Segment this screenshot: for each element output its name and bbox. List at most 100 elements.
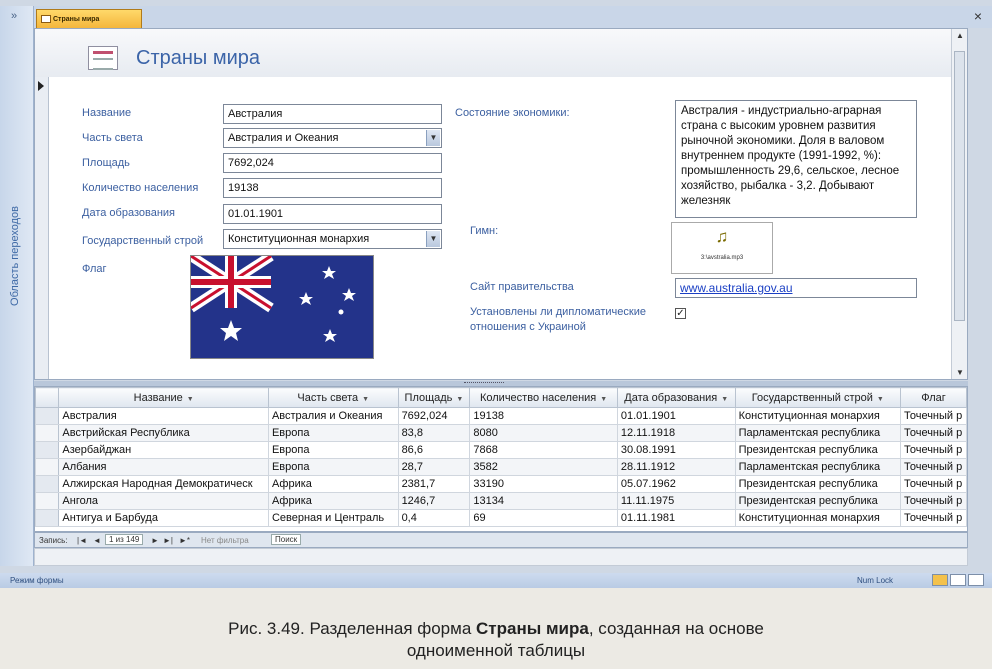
table-cell[interactable]: 8080 bbox=[469, 424, 618, 442]
table-cell[interactable]: Африка bbox=[267, 492, 399, 510]
chevron-down-icon[interactable]: ▼ bbox=[877, 396, 884, 403]
table-cell[interactable]: Точечный р bbox=[899, 441, 967, 459]
founded-field[interactable]: 01.01.1901 bbox=[223, 204, 442, 224]
table-cell[interactable]: Конституционная монархия bbox=[734, 509, 901, 527]
table-cell[interactable]: Европа bbox=[267, 458, 399, 476]
scroll-up-icon[interactable]: ▲ bbox=[952, 31, 968, 40]
column-header[interactable]: Количество населения ▼ bbox=[469, 387, 618, 408]
population-field[interactable]: 19138 bbox=[223, 178, 442, 198]
flag-image[interactable] bbox=[190, 255, 374, 359]
column-header[interactable]: Площадь ▼ bbox=[397, 387, 471, 408]
table-cell[interactable]: Точечный р bbox=[899, 407, 967, 425]
government-combo[interactable]: Конституционная монархия ▼ bbox=[223, 229, 442, 249]
last-record-icon[interactable]: ►| bbox=[163, 536, 173, 545]
table-cell[interactable]: 11.11.1975 bbox=[616, 492, 736, 510]
table-cell[interactable]: 28,7 bbox=[397, 458, 471, 476]
table-cell[interactable]: Африка bbox=[267, 475, 399, 493]
table-row[interactable]: Албания Европа 28,7 3582 28.11.1912 Парламент… bbox=[35, 458, 967, 476]
row-selector[interactable] bbox=[35, 424, 60, 442]
table-cell[interactable]: 86,6 bbox=[397, 441, 471, 459]
chevron-down-icon[interactable]: ▼ bbox=[721, 396, 728, 403]
table-cell[interactable]: 01.01.1901 bbox=[616, 407, 736, 425]
table-row[interactable]: Алжирская Народная Демократическ Африка 23… bbox=[35, 475, 967, 493]
next-record-icon[interactable]: ► bbox=[151, 536, 159, 545]
table-cell[interactable]: Точечный р bbox=[899, 458, 967, 476]
chevron-down-icon[interactable]: ▼ bbox=[426, 231, 440, 247]
table-cell[interactable]: 28.11.1912 bbox=[616, 458, 736, 476]
table-cell[interactable]: Алжирская Народная Демократическ bbox=[58, 475, 269, 493]
table-row[interactable]: Азербайджан Европа 86,6 7868 30.08.1991 Прези… bbox=[35, 441, 967, 459]
column-header[interactable]: Название ▼ bbox=[58, 387, 269, 408]
table-cell[interactable]: Президентская республика bbox=[734, 492, 901, 510]
table-cell[interactable]: 12.11.1918 bbox=[616, 424, 736, 442]
table-cell[interactable]: Парламентская республика bbox=[734, 424, 901, 442]
navigation-pane[interactable]: » Область переходов bbox=[0, 6, 34, 566]
chevron-down-icon[interactable]: ▼ bbox=[600, 396, 607, 403]
select-all-cell[interactable] bbox=[35, 387, 60, 408]
table-cell[interactable]: 83,8 bbox=[397, 424, 471, 442]
table-row[interactable]: Австрийская Республика Европа 83,8 8080 12.1… bbox=[35, 424, 967, 442]
table-cell[interactable]: Парламентская республика bbox=[734, 458, 901, 476]
chevron-down-icon[interactable]: ▼ bbox=[362, 396, 369, 403]
table-cell[interactable]: Австралия и Океания bbox=[267, 407, 399, 425]
tab-countries-form[interactable]: Страны мира bbox=[36, 9, 142, 28]
column-header[interactable]: Государственный строй ▼ bbox=[734, 387, 901, 408]
row-selector[interactable] bbox=[35, 458, 60, 476]
navigation-pane-label[interactable]: Область переходов bbox=[9, 206, 21, 306]
table-cell[interactable]: Точечный р bbox=[899, 509, 967, 527]
scroll-down-icon[interactable]: ▼ bbox=[952, 368, 968, 377]
design-view-icon[interactable] bbox=[968, 574, 984, 586]
table-cell[interactable]: Точечный р bbox=[899, 475, 967, 493]
table-cell[interactable]: Европа bbox=[267, 424, 399, 442]
table-cell[interactable]: 0,4 bbox=[397, 509, 471, 527]
diplomatic-checkbox[interactable]: ✓ bbox=[675, 308, 686, 319]
column-header[interactable]: Дата образования ▼ bbox=[616, 387, 736, 408]
table-cell[interactable]: 33190 bbox=[469, 475, 618, 493]
table-cell[interactable]: Президентская республика bbox=[734, 475, 901, 493]
table-cell[interactable]: 7692,024 bbox=[397, 407, 471, 425]
horizontal-scrollbar[interactable] bbox=[34, 548, 968, 566]
table-cell[interactable]: Президентская республика bbox=[734, 441, 901, 459]
area-field[interactable]: 7692,024 bbox=[223, 153, 442, 173]
table-cell[interactable]: 05.07.1962 bbox=[616, 475, 736, 493]
record-position-field[interactable]: 1 из 149 bbox=[105, 534, 144, 545]
datasheet-view-icon[interactable] bbox=[950, 574, 966, 586]
table-cell[interactable]: Азербайджан bbox=[58, 441, 269, 459]
table-cell[interactable]: Ангола bbox=[58, 492, 269, 510]
table-cell[interactable]: Северная и Централь bbox=[267, 509, 399, 527]
record-selector[interactable] bbox=[35, 77, 49, 379]
table-cell[interactable]: Австрийская Республика bbox=[58, 424, 269, 442]
table-cell[interactable]: 3582 bbox=[469, 458, 618, 476]
table-cell[interactable]: 69 bbox=[469, 509, 618, 527]
form-view-icon[interactable] bbox=[932, 574, 948, 586]
row-selector[interactable] bbox=[35, 492, 60, 510]
continent-combo[interactable]: Австралия и Океания ▼ bbox=[223, 128, 442, 148]
anthem-attachment[interactable]: ♫ 3:\avstralia.mp3 bbox=[671, 222, 773, 274]
form-vertical-scrollbar[interactable]: ▲ ▼ bbox=[951, 29, 967, 379]
row-selector[interactable] bbox=[35, 407, 60, 425]
table-cell[interactable]: 30.08.1991 bbox=[616, 441, 736, 459]
filter-status[interactable]: Нет фильтра bbox=[201, 536, 249, 545]
name-field[interactable]: Австралия bbox=[223, 104, 442, 124]
table-row[interactable]: Австралия Австралия и Океания 7692,024 1913… bbox=[35, 407, 967, 425]
table-row[interactable]: Антигуа и Барбуда Северная и Централь 0,4 6… bbox=[35, 509, 967, 527]
economy-memo-field[interactable]: Австралия - индустриально-аграрная стран… bbox=[675, 100, 917, 218]
table-cell[interactable]: Конституционная монархия bbox=[734, 407, 901, 425]
chevron-down-icon[interactable]: ▼ bbox=[456, 396, 463, 403]
new-record-icon[interactable]: ►* bbox=[179, 536, 190, 545]
scroll-thumb[interactable] bbox=[954, 51, 965, 321]
table-row[interactable]: Ангола Африка 1246,7 13134 11.11.1975 Президе… bbox=[35, 492, 967, 510]
row-selector[interactable] bbox=[35, 441, 60, 459]
table-cell[interactable]: Европа bbox=[267, 441, 399, 459]
table-cell[interactable]: Точечный р bbox=[899, 424, 967, 442]
table-cell[interactable]: 01.11.1981 bbox=[616, 509, 736, 527]
table-cell[interactable]: Антигуа и Барбуда bbox=[58, 509, 269, 527]
chevron-down-icon[interactable]: ▼ bbox=[426, 130, 440, 146]
column-header[interactable]: Часть света ▼ bbox=[267, 387, 399, 408]
table-cell[interactable]: Австралия bbox=[58, 407, 269, 425]
first-record-icon[interactable]: |◄ bbox=[77, 536, 87, 545]
search-field[interactable]: Поиск bbox=[271, 534, 302, 545]
table-cell[interactable]: 7868 bbox=[469, 441, 618, 459]
table-cell[interactable]: 1246,7 bbox=[397, 492, 471, 510]
table-cell[interactable]: 2381,7 bbox=[397, 475, 471, 493]
